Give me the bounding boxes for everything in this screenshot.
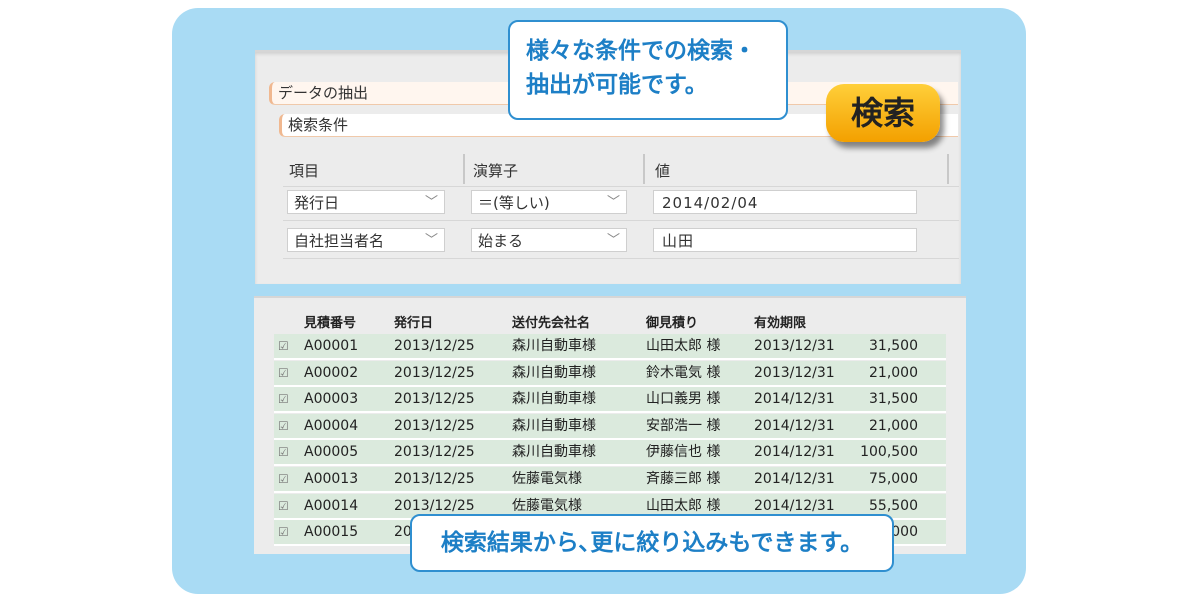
cell-date: 2013/12/25 — [394, 338, 475, 354]
header-estimate-no: 見積番号 — [304, 316, 357, 331]
cell-expiry: 2013/12/31 — [754, 338, 835, 354]
cell-date: 2013/12/25 — [394, 364, 475, 381]
value-input-1[interactable]: 2014/02/04 — [653, 190, 917, 214]
row-checkbox-icon[interactable]: ☑ — [278, 414, 289, 438]
callout-line: 抽出が可能です。 — [526, 72, 708, 98]
row-checkbox-icon[interactable]: ☑ — [278, 520, 289, 544]
cell-company: 森川自動車様 — [512, 391, 596, 408]
chevron-down-icon: ﹀ — [424, 233, 438, 248]
cell-company: 森川自動車様 — [512, 338, 596, 354]
cell-no: A00015 — [304, 524, 359, 541]
cell-expiry: 2013/12/31 — [754, 364, 835, 381]
column-header-operator: 演算子 — [473, 162, 519, 180]
chevron-down-icon: ﹀ — [606, 233, 620, 248]
column-separator[interactable] — [463, 154, 465, 184]
column-header-value: 値 — [655, 162, 671, 180]
cell-no: A00004 — [304, 417, 359, 434]
cell-person: 安部浩一 様 — [646, 417, 721, 434]
row-checkbox-icon[interactable]: ☑ — [278, 440, 289, 464]
header-company: 送付先会社名 — [512, 316, 591, 331]
divider — [283, 258, 959, 259]
table-row[interactable]: ☑ A00004 2013/12/25 森川自動車様 安部浩一 様 2014/12/31 2… — [274, 413, 946, 440]
callout-line: 様々な条件での検索・ — [526, 38, 756, 64]
search-button[interactable]: 検索 — [826, 84, 940, 142]
chevron-down-icon: ﹀ — [606, 195, 620, 210]
divider — [283, 220, 959, 221]
row-checkbox-icon[interactable]: ☑ — [278, 494, 289, 518]
cell-no: A00005 — [304, 444, 359, 461]
cell-amount: 75,000 — [869, 471, 918, 487]
feature-callout-filter: 検索結果から､更に絞り込みもできます。 — [410, 514, 894, 572]
cell-date: 2013/12/25 — [394, 471, 475, 487]
cell-expiry: 2014/12/31 — [754, 391, 835, 408]
cell-amount: 31,500 — [869, 391, 918, 408]
cell-date: 2013/12/25 — [394, 444, 475, 461]
row-checkbox-icon[interactable]: ☑ — [278, 387, 289, 411]
header-quotation: 御見積り — [646, 316, 699, 331]
cell-expiry: 2014/12/31 — [754, 471, 835, 487]
cell-amount: 100,500 — [860, 444, 918, 461]
table-row[interactable]: ☑ A00005 2013/12/25 森川自動車様 伊藤信也 様 2014/12/31 1… — [274, 440, 946, 467]
table-row[interactable]: ☑ A00013 2013/12/25 佐藤電気様 斉藤三郎 様 2014/12/31 75… — [274, 467, 946, 493]
row-checkbox-icon[interactable]: ☑ — [278, 334, 289, 358]
cell-person: 山田太郎 様 — [646, 338, 721, 354]
header-issue-date: 発行日 — [394, 316, 434, 331]
cell-person: 斉藤三郎 様 — [646, 471, 721, 487]
cell-company: 佐藤電気様 — [512, 471, 582, 487]
column-header-field: 項目 — [289, 162, 320, 180]
column-separator[interactable] — [643, 154, 645, 184]
cell-expiry: 2014/12/31 — [754, 417, 835, 434]
cell-no: A00003 — [304, 391, 359, 408]
cell-person: 山口義男 様 — [646, 391, 721, 408]
cell-amount: 31,500 — [869, 338, 918, 354]
divider — [283, 186, 959, 187]
cell-expiry: 2014/12/31 — [754, 444, 835, 461]
cell-company: 森川自動車様 — [512, 417, 596, 434]
cell-no: A00002 — [304, 364, 359, 381]
field-select-2[interactable]: 自社担当者名 ﹀ — [287, 228, 445, 252]
row-checkbox-icon[interactable]: ☑ — [278, 361, 289, 385]
cell-date: 2013/12/25 — [394, 417, 475, 434]
table-row[interactable]: ☑ A00002 2013/12/25 森川自動車様 鈴木電気 様 2013/12/31 2… — [274, 360, 946, 387]
cell-date: 2013/12/25 — [394, 391, 475, 408]
feature-callout-search: 様々な条件での検索・ 抽出が可能です。 — [508, 20, 788, 120]
table-row[interactable]: ☑ A00003 2013/12/25 森川自動車様 山口義男 様 2014/12/31 3… — [274, 387, 946, 414]
cell-no: A00014 — [304, 497, 359, 514]
column-separator[interactable] — [947, 154, 949, 184]
value-input-2[interactable]: 山田 — [653, 228, 917, 252]
cell-amount: 21,000 — [869, 417, 918, 434]
cell-person: 鈴木電気 様 — [646, 364, 721, 381]
field-select-1[interactable]: 発行日 ﹀ — [287, 190, 445, 214]
operator-select-1[interactable]: ＝(等しい) ﹀ — [471, 190, 627, 214]
cell-person: 伊藤信也 様 — [646, 444, 721, 461]
cell-company: 森川自動車様 — [512, 364, 596, 381]
operator-select-2[interactable]: 始まる ﹀ — [471, 228, 627, 252]
cell-amount: 21,000 — [869, 364, 918, 381]
cell-no: A00013 — [304, 471, 359, 487]
header-expiry: 有効期限 — [754, 316, 807, 331]
row-checkbox-icon[interactable]: ☑ — [278, 467, 289, 491]
table-row[interactable]: ☑ A00001 2013/12/25 森川自動車様 山田太郎 様 2013/12/31 3… — [274, 334, 946, 360]
cell-no: A00001 — [304, 338, 359, 354]
chevron-down-icon: ﹀ — [424, 195, 438, 210]
cell-company: 森川自動車様 — [512, 444, 596, 461]
